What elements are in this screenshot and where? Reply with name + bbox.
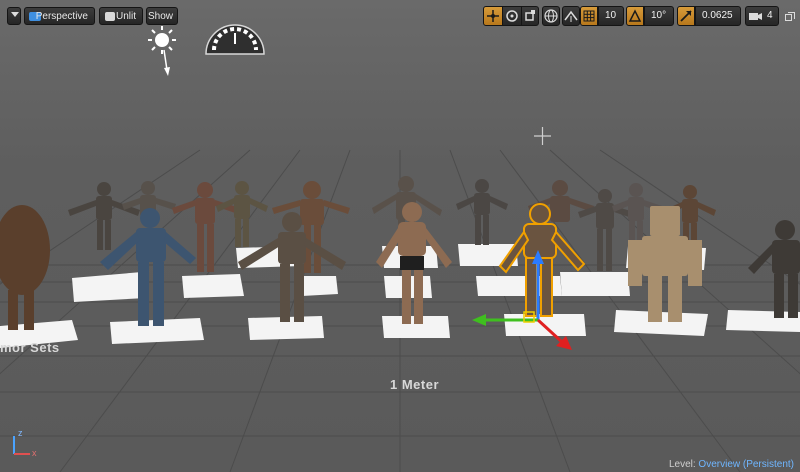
maximize-icon [785,12,795,21]
rotation-snap-value[interactable]: 10° [644,6,674,26]
scale-snap-icon [680,10,692,22]
camera-icon [749,13,762,20]
rotate-mode-button[interactable] [503,6,521,26]
sun-icon[interactable] [148,26,176,76]
translate-mode-button[interactable] [483,6,503,26]
angle-icon [628,9,642,22]
level-viewport[interactable]: 1 Meter mor Sets z x Perspective Unlit S… [0,0,800,472]
unlit-icon [105,12,115,21]
perspective-label: Perspective [35,11,88,22]
maximize-viewport-button[interactable] [784,10,796,22]
show-label: Show [147,11,173,22]
grid-snap-text: 10 [605,10,617,21]
translate-icon [487,10,499,22]
level-name: Overview (Persistent) [698,459,794,470]
surface-snap-button[interactable] [562,6,580,26]
show-button[interactable]: Show [146,7,178,25]
axis-x-label: x [32,448,37,458]
scale-mode-button[interactable] [521,6,539,26]
rotation-snap-text: 10° [651,10,667,21]
world-icon [544,9,558,23]
scale-snap-value[interactable]: 0.0625 [695,6,741,26]
scale-icon [525,10,535,21]
scale-snap-toggle[interactable] [677,6,695,26]
character-left-edge [0,205,50,330]
unlit-button[interactable]: Unlit [99,7,143,25]
camera-speed-text: 4 [767,10,773,21]
viewport-options-button[interactable] [7,7,21,25]
scale-snap-text: 0.0625 [702,10,733,21]
crosshair-icon [534,127,551,145]
scale-label: 1 Meter [390,377,440,392]
group-label: mor Sets [0,340,60,355]
unlit-label: Unlit [115,11,136,22]
rotation-snap-toggle[interactable] [626,6,644,26]
camera-speed-button[interactable]: 4 [745,6,779,26]
horizon-gauge-icon[interactable] [205,24,265,55]
grid-snap-toggle[interactable] [580,6,598,26]
rotate-icon [506,10,518,22]
scene-canvas[interactable] [0,0,800,472]
world-local-toggle[interactable] [542,6,560,26]
grid-snap-value[interactable]: 10 [598,6,624,26]
surface-snap-icon [564,10,578,22]
chevron-down-icon [11,12,19,17]
perspective-button[interactable]: Perspective [24,7,95,25]
axis-indicator [13,436,30,455]
grid-icon [583,10,595,22]
level-prefix: Level: [668,459,696,470]
axis-z-label: z [18,428,23,438]
level-status: Level: Overview (Persistent) [669,459,794,470]
